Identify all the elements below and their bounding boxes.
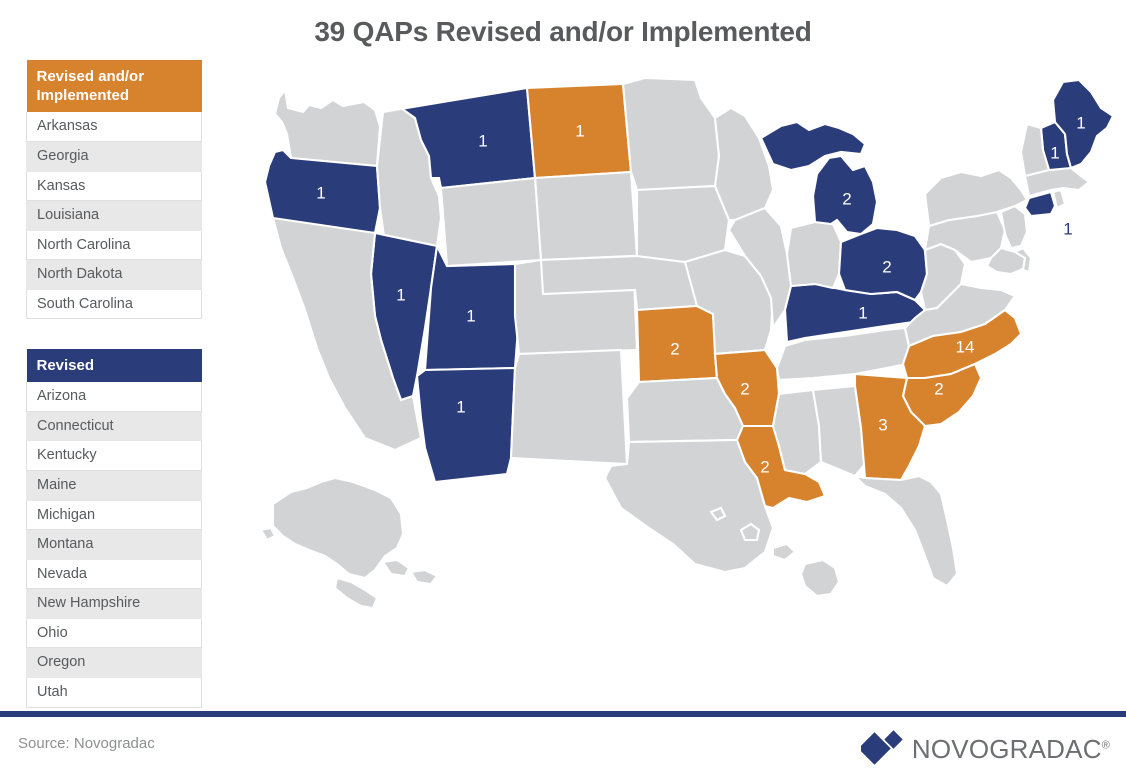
map-label-utah: 1 xyxy=(466,306,475,325)
state-name-south-carolina: South Carolina xyxy=(26,289,202,320)
map-label-montana: 1 xyxy=(478,131,487,150)
us-choropleth-map: 1 1 1 1 1 1 2 2 2 3 2 14 1 2 2 1 1 1 xyxy=(225,78,1126,698)
map-label-georgia: 3 xyxy=(878,415,887,434)
state-name-montana: Montana xyxy=(26,529,202,560)
state-alaska xyxy=(259,476,439,610)
state-name-kansas: Kansas xyxy=(26,171,202,202)
state-washington xyxy=(273,87,382,168)
footer-divider xyxy=(0,711,1126,717)
list-item: Oregon xyxy=(26,647,202,678)
list-item: Nevada xyxy=(26,559,202,590)
state-iowa xyxy=(635,184,731,264)
map-label-kansas: 2 xyxy=(670,339,679,358)
state-wyoming xyxy=(439,176,543,268)
state-name-georgia: Georgia xyxy=(26,141,202,172)
legend-header-row: Revised and/or Implemented xyxy=(26,60,202,113)
list-item: New Hampshire xyxy=(26,588,202,619)
state-name-ohio: Ohio xyxy=(26,618,202,649)
list-item: Arizona xyxy=(26,382,202,412)
state-name-connecticut: Connecticut xyxy=(26,411,202,442)
state-name-arizona: Arizona xyxy=(26,382,202,412)
brand-name-text: NOVOGRADAC xyxy=(911,733,1102,764)
list-item: North Carolina xyxy=(26,230,202,261)
source-note: Source: Novogradac xyxy=(18,735,155,752)
list-item: South Carolina xyxy=(26,289,202,320)
list-item: Utah xyxy=(26,677,202,708)
list-item: Ohio xyxy=(26,618,202,649)
legend-table-implemented: Revised and/or Implemented Arkansas Geor… xyxy=(26,60,202,320)
state-florida xyxy=(851,474,959,588)
map-label-louisiana: 2 xyxy=(760,457,769,476)
state-wisconsin xyxy=(713,106,775,222)
state-indiana xyxy=(785,220,843,290)
state-name-arkansas: Arkansas xyxy=(26,112,202,142)
map-label-arizona: 1 xyxy=(456,397,465,416)
state-name-maine: Maine xyxy=(26,470,202,501)
map-label-maine: 1 xyxy=(1076,113,1085,132)
map-label-kentucky: 1 xyxy=(858,303,867,322)
map-label-ohio: 2 xyxy=(882,257,891,276)
state-name-new-hampshire: New Hampshire xyxy=(26,588,202,619)
state-south-dakota xyxy=(533,170,639,262)
legend-header-row: Revised xyxy=(26,349,202,383)
state-name-oregon: Oregon xyxy=(26,647,202,678)
list-item: North Dakota xyxy=(26,259,202,290)
list-item: Kansas xyxy=(26,171,202,202)
map-label-nevada: 1 xyxy=(396,285,405,304)
map-label-new-hampshire: 1 xyxy=(1050,143,1059,162)
state-minnesota xyxy=(621,78,721,192)
state-name-nevada: Nevada xyxy=(26,559,202,590)
us-map-svg: 1 1 1 1 1 1 2 2 2 3 2 14 1 2 2 1 1 1 xyxy=(259,78,1115,610)
page-title: 39 QAPs Revised and/or Implemented xyxy=(314,16,812,47)
legend-header-implemented: Revised and/or Implemented xyxy=(26,60,202,113)
state-new-mexico xyxy=(509,348,629,466)
map-label-connecticut: 1 xyxy=(1063,219,1072,238)
state-name-north-carolina: North Carolina xyxy=(26,230,202,261)
state-name-kentucky: Kentucky xyxy=(26,440,202,471)
state-name-louisiana: Louisiana xyxy=(26,200,202,231)
state-name-utah: Utah xyxy=(26,677,202,708)
list-item: Connecticut xyxy=(26,411,202,442)
diamond-logo-icon xyxy=(860,730,903,765)
map-label-arkansas: 2 xyxy=(740,379,749,398)
legend-header-revised: Revised xyxy=(26,349,202,383)
state-name-michigan: Michigan xyxy=(26,500,202,531)
state-new-jersey xyxy=(999,204,1029,250)
novogradac-logo: NOVOGRADAC® xyxy=(860,729,1110,769)
state-name-north-dakota: North Dakota xyxy=(26,259,202,290)
state-michigan-up xyxy=(759,120,867,172)
list-item: Maine xyxy=(26,470,202,501)
list-item: Montana xyxy=(26,529,202,560)
legend-table-revised: Revised Arizona Connecticut Kentucky Mai… xyxy=(26,349,202,708)
list-item: Louisiana xyxy=(26,200,202,231)
list-item: Michigan xyxy=(26,500,202,531)
brand-wordmark: NOVOGRADAC® xyxy=(912,734,1110,765)
state-arizona xyxy=(415,366,517,484)
list-item: Kentucky xyxy=(26,440,202,471)
map-label-north-carolina: 14 xyxy=(956,337,975,356)
map-label-michigan: 2 xyxy=(842,189,851,208)
list-item: Arkansas xyxy=(26,112,202,142)
map-label-oregon: 1 xyxy=(316,183,325,202)
list-item: Georgia xyxy=(26,141,202,172)
map-label-north-dakota: 1 xyxy=(575,121,584,140)
map-label-south-carolina: 2 xyxy=(934,379,943,398)
registered-mark: ® xyxy=(1101,738,1110,751)
